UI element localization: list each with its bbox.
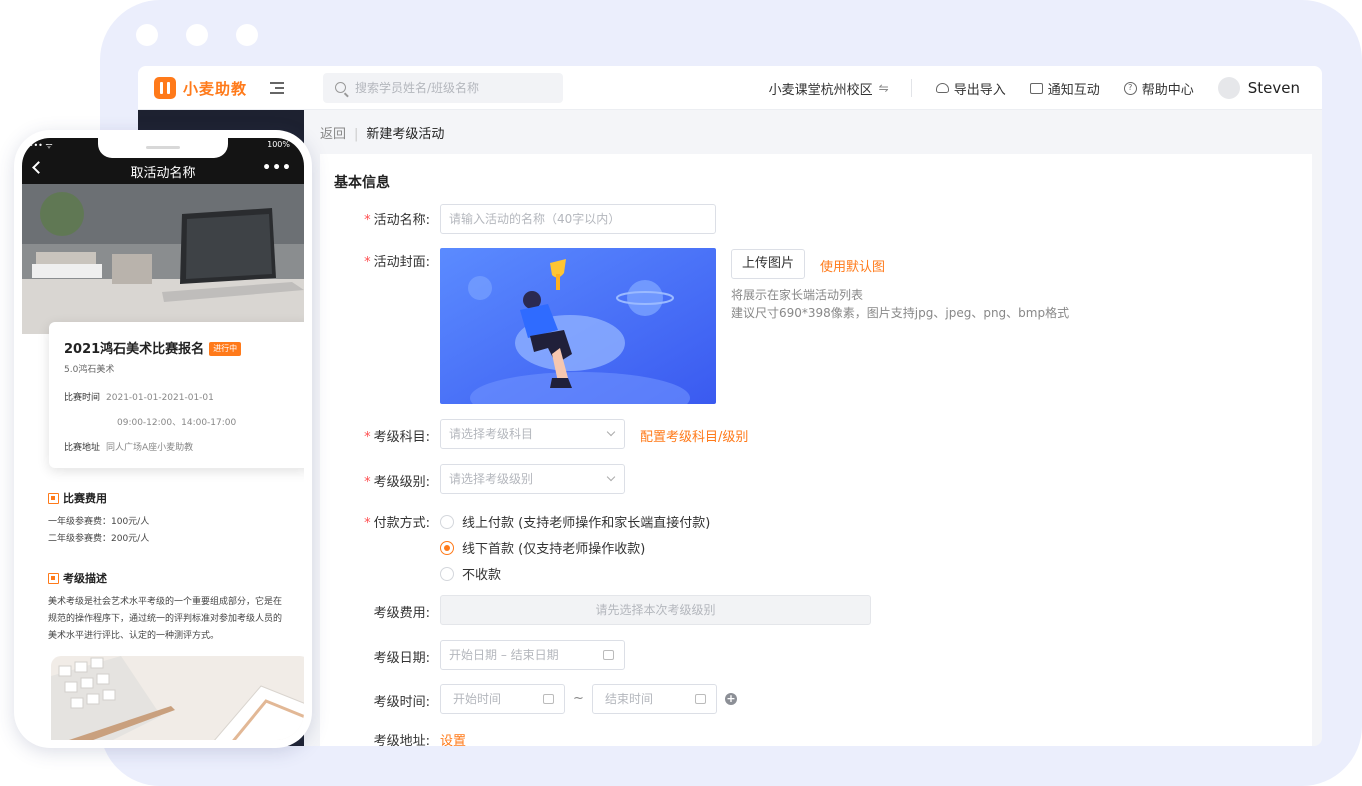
level-select[interactable]: 请选择考级级别 <box>440 464 625 494</box>
breadcrumb-current: 新建考级活动 <box>366 127 445 142</box>
chevron-down-icon <box>606 472 616 482</box>
card-title: 2021鸿石美术比赛报名 进行中 <box>64 338 242 357</box>
brand-name: 小麦助教 <box>183 80 248 98</box>
text-icon <box>48 572 59 584</box>
hero-image <box>22 184 304 334</box>
phone-screen: •••• ᯤ 100% 取活动名称 ••• 2021鸿石美术比赛报名 进行中 5… <box>22 138 304 740</box>
swap-icon: ⇋ <box>878 81 889 95</box>
search-input[interactable] <box>355 73 555 103</box>
fee-line: 一年级参赛费：100元/人 <box>48 517 150 527</box>
use-default-image-link[interactable]: 使用默认图 <box>820 256 885 275</box>
fee-input: 请先选择本次考级级别 <box>440 595 871 625</box>
date-label: 考级日期: <box>373 651 430 666</box>
address-set-link[interactable]: 设置 <box>440 730 466 746</box>
subject-label: * 考级科目: <box>364 430 430 445</box>
notice-button[interactable]: 通知互动 <box>1029 79 1100 98</box>
search-icon <box>335 82 346 93</box>
fee-section-title: 比赛费用 <box>48 490 107 506</box>
section-title: 基本信息 <box>334 175 390 191</box>
fee-line: 二年级参赛费：200元/人 <box>48 534 150 544</box>
search-box <box>323 73 563 103</box>
cover-image <box>440 248 716 404</box>
cover-hint-1: 将展示在家长端活动列表 <box>731 288 864 302</box>
card-time-row-2: 09:00-12:00、14:00-17:00 <box>117 418 237 428</box>
clock-icon <box>695 694 706 704</box>
date-range-input[interactable]: 开始日期 – 结束日期 <box>440 640 625 670</box>
window-dot <box>136 24 158 46</box>
window-dot <box>186 24 208 46</box>
add-time-icon[interactable]: + <box>725 693 737 705</box>
brand-logo-icon <box>154 77 176 99</box>
cover-label: * 活动封面: <box>364 255 430 270</box>
calendar-icon <box>603 650 614 660</box>
fee-icon <box>48 492 59 504</box>
radio-icon <box>440 514 454 529</box>
description-image <box>51 656 304 740</box>
phone-preview: •••• ᯤ 100% 取活动名称 ••• 2021鸿石美术比赛报名 进行中 5… <box>14 130 312 748</box>
battery-level: 100% <box>267 140 290 149</box>
activity-name-input[interactable]: 请输入活动的名称（40字以内） <box>440 204 716 234</box>
time-separator: ~ <box>573 691 584 706</box>
phone-notch <box>98 138 228 158</box>
activity-card: 2021鸿石美术比赛报名 进行中 5.0鸿石美术 比赛时间 2021-01-01-2… <box>49 322 304 468</box>
cloud-icon <box>935 83 949 93</box>
divider <box>910 79 912 97</box>
name-label: * 活动名称: <box>364 213 430 228</box>
more-icon[interactable]: ••• <box>262 160 292 176</box>
export-import-button[interactable]: 导出导入 <box>935 79 1006 98</box>
campus-name: 小麦课堂杭州校区 <box>768 82 873 98</box>
desc-line: 美术水平进行评比、认定的一种测评方式。 <box>48 631 220 641</box>
cover-hint-2: 建议尺寸690*398像素，图片支持jpg、jpeg、png、bmp格式 <box>731 306 1070 320</box>
radio-icon <box>440 566 454 581</box>
payment-option-online[interactable]: 线上付款 (支持老师操作和家长端直接付款) <box>440 512 710 531</box>
phone-nav-bar: 取活动名称 ••• <box>22 154 304 184</box>
fee-label: 考级费用: <box>373 606 430 621</box>
menu-collapse-icon[interactable] <box>270 82 284 94</box>
address-label: 考级地址: <box>373 734 430 746</box>
export-import-label: 导出导入 <box>953 82 1006 98</box>
notice-label: 通知互动 <box>1047 82 1100 98</box>
start-time-input[interactable]: 开始时间 <box>440 684 565 714</box>
upload-image-button[interactable]: 上传图片 <box>731 249 805 279</box>
card-address-row: 比赛地址 同人广场A座小麦助教 <box>64 443 194 453</box>
clock-icon <box>543 694 554 704</box>
user-name: Steven <box>1247 79 1300 97</box>
window-dot <box>236 24 258 46</box>
card-subtitle: 5.0鸿石美术 <box>64 365 115 375</box>
campus-switcher[interactable]: 小麦课堂杭州校区 ⇋ <box>769 79 889 98</box>
desktop-window: 小麦助教 小麦课堂杭州校区 ⇋ 导出导入 通知互动 ? 帮助中心 <box>138 66 1322 746</box>
payment-label: * 付款方式: <box>364 516 430 531</box>
top-bar: 小麦助教 小麦课堂杭州校区 ⇋ 导出导入 通知互动 ? 帮助中心 <box>138 66 1322 110</box>
chevron-down-icon <box>606 427 616 437</box>
payment-option-none[interactable]: 不收款 <box>440 564 501 583</box>
top-right-actions: 小麦课堂杭州校区 ⇋ 导出导入 通知互动 ? 帮助中心 Steven <box>745 66 1300 110</box>
radio-selected-icon <box>440 540 454 555</box>
time-label: 考级时间: <box>373 695 430 710</box>
desc-line: 规范的操作程序下，通过统一的评判标准对参加考级人员的 <box>48 614 283 624</box>
chat-icon <box>1029 82 1043 94</box>
subject-select[interactable]: 请选择考级科目 <box>440 419 625 449</box>
desc-section-title: 考级描述 <box>48 570 107 586</box>
desc-line: 美术考级是社会艺术水平考级的一个重要组成部分，它是在 <box>48 597 283 607</box>
card-time-row: 比赛时间 2021-01-01-2021-01-01 <box>64 393 214 403</box>
user-menu[interactable]: Steven <box>1217 77 1300 99</box>
payment-option-offline[interactable]: 线下首款 (仅支持老师操作收款) <box>440 538 645 557</box>
config-subject-link[interactable]: 配置考级科目/级别 <box>640 426 748 445</box>
help-button[interactable]: ? 帮助中心 <box>1123 79 1194 98</box>
signal-icon: •••• ᯤ <box>24 141 53 150</box>
help-icon: ? <box>1123 81 1137 95</box>
form-panel: 基本信息 * 活动名称: 请输入活动的名称（40字以内） * 活动封面: 上传图… <box>320 154 1312 746</box>
end-time-input[interactable]: 结束时间 <box>592 684 717 714</box>
breadcrumb: 返回 | 新建考级活动 <box>320 127 445 142</box>
level-label: * 考级级别: <box>364 475 430 490</box>
status-badge: 进行中 <box>209 342 242 356</box>
back-link[interactable]: 返回 <box>320 127 346 142</box>
help-label: 帮助中心 <box>1141 82 1194 98</box>
avatar <box>1217 77 1240 99</box>
